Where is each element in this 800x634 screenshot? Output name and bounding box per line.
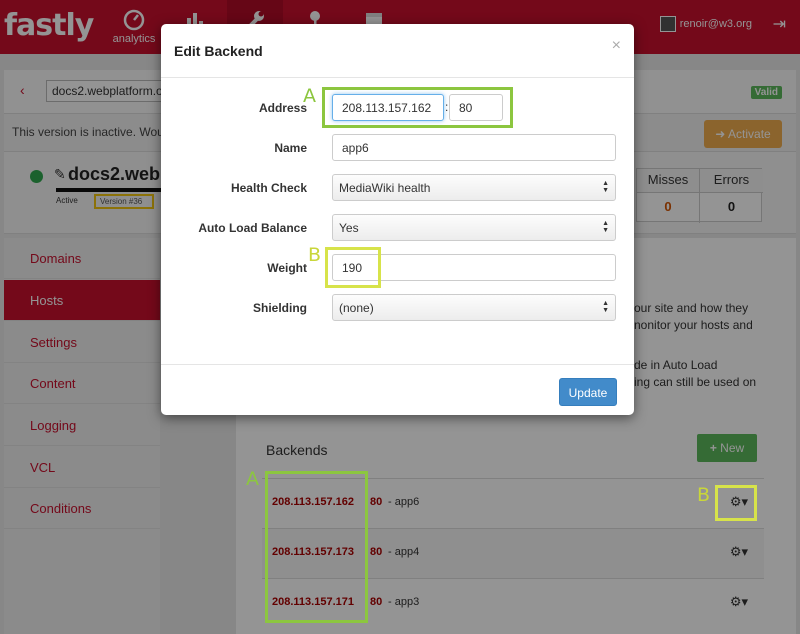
- shielding-label: Shielding: [253, 301, 307, 315]
- shielding-select[interactable]: (none) ▲ ▼: [332, 294, 616, 321]
- auto-load-balance-label: Auto Load Balance: [198, 221, 307, 235]
- health-check-value: MediaWiki health: [339, 181, 431, 195]
- annotation-box-backend-addresses: [265, 471, 368, 623]
- shielding-value: (none): [339, 301, 374, 315]
- select-arrows-icon: ▲ ▼: [602, 300, 609, 314]
- select-arrows-icon: ▲ ▼: [602, 180, 609, 194]
- annotation-letter-a: A: [303, 85, 316, 107]
- edit-backend-modal: Edit Backend × Address 208.113.157.162 :…: [161, 24, 634, 415]
- divider: [161, 364, 634, 365]
- divider: [161, 77, 634, 78]
- update-button[interactable]: Update: [559, 378, 617, 406]
- modal-title: Edit Backend: [174, 43, 263, 59]
- close-icon[interactable]: ×: [612, 37, 621, 55]
- annotation-box-address: [322, 87, 513, 128]
- select-arrows-icon: ▲ ▼: [602, 220, 609, 234]
- name-label: Name: [274, 141, 307, 155]
- address-label: Address: [258, 101, 307, 115]
- auto-load-balance-value: Yes: [339, 221, 359, 235]
- annotation-letter-b: B: [697, 484, 711, 506]
- annotation-letter-b: B: [308, 244, 322, 266]
- annotation-box-weight: [325, 247, 381, 288]
- annotation-box-gear: [715, 485, 757, 521]
- weight-label: Weight: [267, 261, 307, 275]
- annotation-letter-a: A: [246, 468, 259, 490]
- health-check-select[interactable]: MediaWiki health ▲ ▼: [332, 174, 616, 201]
- auto-load-balance-select[interactable]: Yes ▲ ▼: [332, 214, 616, 241]
- name-input[interactable]: app6: [332, 134, 616, 161]
- health-check-label: Health Check: [230, 181, 307, 195]
